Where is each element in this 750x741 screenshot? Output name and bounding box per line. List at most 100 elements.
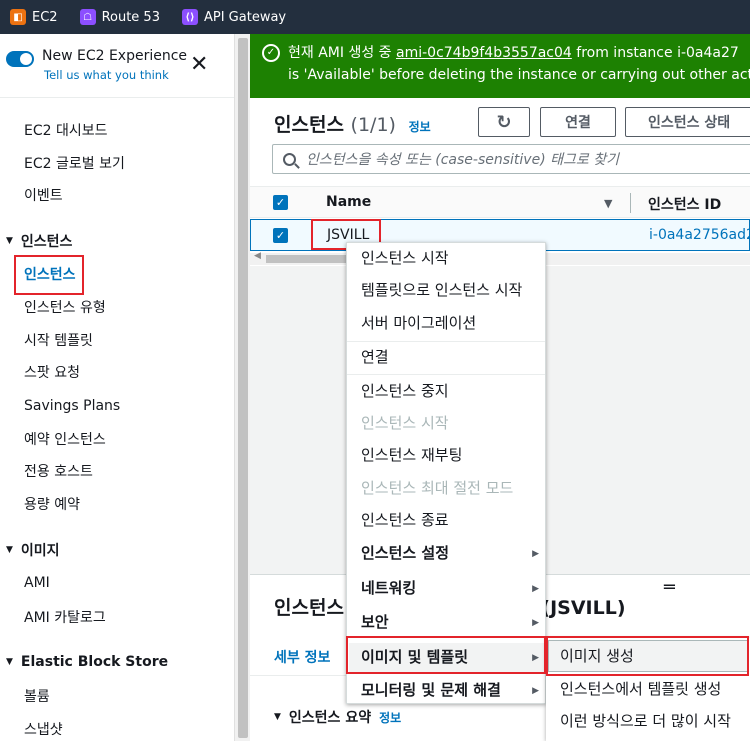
menu-item-monitoring[interactable]: 모니터링 및 문제 해결 <box>361 679 501 700</box>
menu-item-server-migration[interactable]: 서버 마이그레이션 <box>361 312 476 333</box>
chevron-right-icon: ▶ <box>532 686 539 696</box>
annotation-highlight-image-templates <box>346 636 546 674</box>
menu-item-reboot-instance[interactable]: 인스턴스 재부팅 <box>361 444 462 465</box>
sidebar-item-savings-plans[interactable]: Savings Plans <box>24 398 120 414</box>
submenu-item-launch-more[interactable]: 이런 방식으로 더 많이 시작 <box>560 710 731 731</box>
sidebar-item-instance-types[interactable]: 인스턴스 유형 <box>24 297 106 317</box>
menu-item-stop-instance[interactable]: 인스턴스 중지 <box>361 380 449 401</box>
flash-line-2: is 'Available' before deleting the insta… <box>288 67 750 83</box>
instance-id-link[interactable]: i-0a4a2756ad2 <box>649 227 750 243</box>
annotation-highlight-instances <box>14 255 84 295</box>
select-all-checkbox[interactable]: ✓ <box>273 195 288 210</box>
sidebar-divider <box>0 97 234 98</box>
sort-down-icon[interactable]: ▼ <box>604 197 612 210</box>
menu-item-networking[interactable]: 네트워킹 <box>361 577 416 598</box>
sidebar-group-instances-label: 인스턴스 <box>20 234 73 250</box>
menu-separator <box>347 341 545 342</box>
sidebar-group-ebs-label: Elastic Block Store <box>20 654 169 670</box>
ec2-icon: ◧ <box>10 9 26 25</box>
shortcut-ec2-label: EC2 <box>32 9 58 25</box>
search-icon <box>283 152 296 166</box>
sidebar-item-dedicated-hosts[interactable]: 전용 호스트 <box>24 461 93 481</box>
connect-button[interactable]: 연결 <box>540 107 616 137</box>
sidebar-item-reserved-instances[interactable]: 예약 인스턴스 <box>24 429 106 449</box>
check-circle-icon: ✓ <box>262 44 280 62</box>
api-gateway-icon: ⟨⟩ <box>181 9 198 25</box>
menu-item-launch-from-template[interactable]: 템플릿으로 인스턴스 시작 <box>361 279 522 300</box>
sidebar-item-volumes[interactable]: 볼륨 <box>24 686 50 706</box>
sidebar-item-ami-catalog[interactable]: AMI 카탈로그 <box>24 607 106 627</box>
sidebar-group-ebs[interactable]: ▼ Elastic Block Store <box>6 654 168 670</box>
instance-search-input[interactable]: 인스턴스을 속성 또는 (case-sensitive) 태그로 찾기 <box>272 144 750 174</box>
caret-down-icon: ▼ <box>274 712 281 722</box>
sidebar-item-capacity-reservations[interactable]: 용량 예약 <box>24 494 80 514</box>
flash-suffix: from instance i-0a4a27 <box>571 45 739 61</box>
sidebar-group-images-label: 이미지 <box>20 543 60 559</box>
shortcut-route53[interactable]: ☖ Route 53 <box>79 9 160 25</box>
tab-details[interactable]: 세부 정보 <box>274 647 330 667</box>
sidebar-group-instances[interactable]: ▼ 인스턴스 <box>6 231 72 251</box>
menu-item-instance-settings[interactable]: 인스턴스 설정 <box>361 542 449 563</box>
shortcut-ec2[interactable]: ◧ EC2 <box>10 9 58 25</box>
ami-id-link[interactable]: ami-0c74b9f4b3557ac04 <box>396 45 572 61</box>
search-placeholder: 인스턴스을 속성 또는 (case-sensitive) 태그로 찾기 <box>306 152 619 168</box>
sidebar-item-snapshots[interactable]: 스냅샷 <box>24 719 63 739</box>
details-title-prefix: 인스턴스 <box>274 597 344 619</box>
sidebar-item-dashboard[interactable]: EC2 대시보드 <box>24 120 108 140</box>
caret-down-icon: ▼ <box>6 657 13 667</box>
chevron-right-icon: ▶ <box>532 584 539 594</box>
new-experience-title: New EC2 Experience <box>42 48 188 64</box>
sidebar-item-launch-templates[interactable]: 시작 템플릿 <box>24 330 93 350</box>
chevron-right-icon: ▶ <box>532 618 539 628</box>
column-resizer[interactable] <box>630 193 631 213</box>
sidebar-item-ami[interactable]: AMI <box>24 575 50 591</box>
menu-item-connect[interactable]: 연결 <box>361 346 389 367</box>
submenu-item-create-template[interactable]: 인스턴스에서 템플릿 생성 <box>560 678 721 699</box>
caret-down-icon: ▼ <box>6 545 13 555</box>
route53-icon: ☖ <box>79 9 96 25</box>
instance-summary-header[interactable]: ▼ 인스턴스 요약 정보 <box>274 707 401 727</box>
drag-handle-icon[interactable]: ═ <box>664 577 675 598</box>
column-header-instance-id[interactable]: 인스턴스 ID <box>648 194 721 214</box>
column-header-name[interactable]: Name <box>326 194 371 210</box>
instances-info-link[interactable]: 정보 <box>409 120 431 134</box>
row-checkbox[interactable]: ✓ <box>273 228 288 243</box>
close-icon[interactable]: ✕ <box>190 54 208 76</box>
instance-context-menu: 인스턴스 시작 템플릿으로 인스턴스 시작 서버 마이그레이션 연결 인스턴스 … <box>346 242 546 704</box>
instances-count: (1/1) <box>350 114 396 136</box>
chevron-right-icon: ▶ <box>532 549 539 559</box>
table-header: ✓ Name ▼ 인스턴스 ID <box>250 186 750 218</box>
menu-item-security[interactable]: 보안 <box>361 611 389 632</box>
menu-separator <box>347 374 545 375</box>
service-shortcut-bar: ◧ EC2 ☖ Route 53 ⟨⟩ API Gateway <box>0 0 750 34</box>
sidebar-item-global-view[interactable]: EC2 글로벌 보기 <box>24 153 125 173</box>
sidebar: New EC2 Experience Tell us what you thin… <box>0 34 234 741</box>
instances-panel-title: 인스턴스 (1/1) 정보 <box>274 110 431 137</box>
shortcut-api-gateway[interactable]: ⟨⟩ API Gateway <box>181 9 287 25</box>
shortcut-api-gateway-label: API Gateway <box>203 9 287 25</box>
shortcut-route53-label: Route 53 <box>101 9 160 25</box>
caret-down-icon: ▼ <box>6 236 13 246</box>
menu-item-start-instance: 인스턴스 시작 <box>361 414 449 432</box>
menu-item-launch-instance[interactable]: 인스턴스 시작 <box>361 247 449 268</box>
scroll-left-icon[interactable]: ◀ <box>254 251 261 261</box>
sidebar-item-spot-requests[interactable]: 스팟 요청 <box>24 362 80 382</box>
new-experience-toggle-group: New EC2 Experience Tell us what you thin… <box>6 48 187 82</box>
instances-title-text: 인스턴스 <box>274 114 344 136</box>
instance-state-button[interactable]: 인스턴스 상태 <box>625 107 750 137</box>
instance-summary-label: 인스턴스 요약 <box>288 710 372 726</box>
sidebar-scroll-thumb[interactable] <box>238 38 248 738</box>
sidebar-group-images[interactable]: ▼ 이미지 <box>6 540 60 560</box>
success-flash-banner: ✓ 현재 AMI 생성 중 ami-0c74b9f4b3557ac04 from… <box>250 34 750 98</box>
menu-item-hibernate-instance: 인스턴스 최대 절전 모드 <box>361 479 514 497</box>
menu-item-terminate-instance[interactable]: 인스턴스 종료 <box>361 509 449 530</box>
sidebar-item-events[interactable]: 이벤트 <box>24 185 63 205</box>
sidebar-scrollbar[interactable] <box>234 34 250 741</box>
new-experience-toggle[interactable] <box>6 51 34 67</box>
feedback-link[interactable]: Tell us what you think <box>44 68 187 82</box>
summary-info-link[interactable]: 정보 <box>379 709 401 726</box>
annotation-highlight-create-image <box>546 636 749 676</box>
refresh-button[interactable]: ↻ <box>478 107 530 137</box>
flash-line-1: 현재 AMI 생성 중 ami-0c74b9f4b3557ac04 from i… <box>288 42 750 64</box>
flash-prefix: 현재 AMI 생성 중 <box>288 45 396 61</box>
